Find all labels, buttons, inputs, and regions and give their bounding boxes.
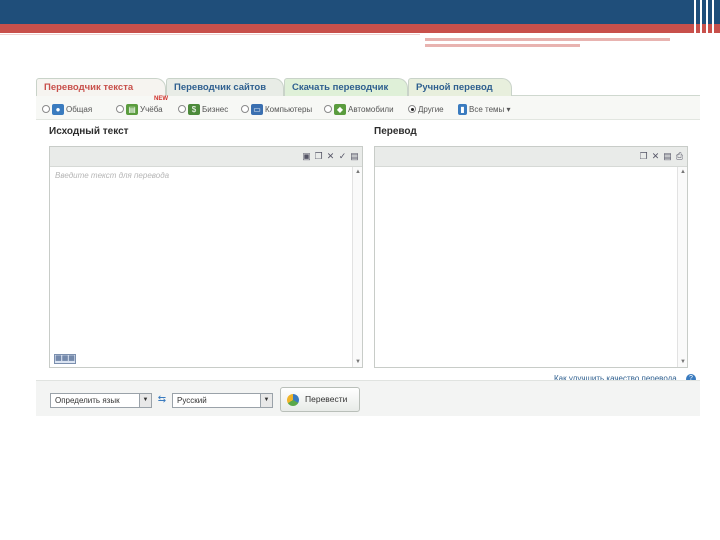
dictionary-icon[interactable]: ▤ xyxy=(662,151,673,162)
topic-all-topics-dropdown[interactable]: ▮ Все темы ▾ xyxy=(458,102,511,116)
target-scrollbar[interactable]: ▲ ▼ xyxy=(677,167,687,367)
scroll-down-icon[interactable]: ▼ xyxy=(679,359,687,365)
slide-accent-bar xyxy=(0,24,720,33)
dictionary-icon[interactable]: ▤ xyxy=(349,151,360,162)
clear-icon[interactable]: ✕ xyxy=(325,151,336,162)
money-icon: $ xyxy=(188,103,200,115)
radio-button[interactable] xyxy=(42,105,50,113)
source-language-select[interactable]: Определить язык ▼ xyxy=(50,393,152,408)
topic-cars[interactable]: ◆ Автомобили xyxy=(324,102,394,116)
computer-icon: ▭ xyxy=(251,103,263,115)
source-pane: ▣ ❐ ✕ ✓ ▤ Введите текст для перевода ▲ ▼… xyxy=(49,146,363,368)
tab-text-translator[interactable]: Переводчик текста xyxy=(36,78,166,96)
scroll-down-icon[interactable]: ▼ xyxy=(354,359,362,365)
tab-manual-translation[interactable]: Ручной перевод xyxy=(408,78,512,96)
topic-general[interactable]: ● Общая xyxy=(42,102,92,116)
slide-accent-line-short xyxy=(425,44,580,47)
target-toolbar: ❐ ✕ ▤ ⎙ xyxy=(375,147,687,167)
slide-header-bar xyxy=(0,0,720,24)
spellcheck-icon[interactable]: ✓ xyxy=(337,151,348,162)
topic-selector: NEW ● Общая ▤ Учёба $ Бизнес ▭ Компьютер… xyxy=(36,96,700,120)
tab-download-translator[interactable]: Скачать переводчик xyxy=(284,78,408,96)
target-language-select[interactable]: Русский ▼ xyxy=(172,393,273,408)
main-tabs: Переводчик текста Переводчик сайтов Скач… xyxy=(36,74,700,96)
swap-languages-icon[interactable]: ⇆ xyxy=(155,394,169,406)
slide-stripes xyxy=(692,0,720,48)
translate-logo-icon xyxy=(287,394,299,406)
radio-button-selected[interactable] xyxy=(408,105,416,113)
language-bar: Определить язык ▼ ⇆ Русский ▼ Перевести xyxy=(36,380,700,416)
topic-computers[interactable]: ▭ Компьютеры xyxy=(241,102,312,116)
copy-icon[interactable]: ❐ xyxy=(313,151,324,162)
book-icon: ▤ xyxy=(126,103,138,115)
radio-button[interactable] xyxy=(324,105,332,113)
chevron-down-icon[interactable]: ▼ xyxy=(139,394,151,407)
source-toolbar: ▣ ❐ ✕ ✓ ▤ xyxy=(50,147,362,167)
slide-divider xyxy=(0,34,420,35)
topic-business[interactable]: $ Бизнес xyxy=(178,102,228,116)
print-icon[interactable]: ⎙ xyxy=(674,151,685,162)
radio-button[interactable] xyxy=(178,105,186,113)
globe-icon: ● xyxy=(52,103,64,115)
clear-icon[interactable]: ✕ xyxy=(650,151,661,162)
topic-study[interactable]: ▤ Учёба xyxy=(116,102,163,116)
chevron-down-icon[interactable]: ▼ xyxy=(260,394,272,407)
target-pane: ❐ ✕ ▤ ⎙ ▲ ▼ xyxy=(374,146,688,368)
scroll-up-icon[interactable]: ▲ xyxy=(679,169,687,175)
target-title: Перевод xyxy=(374,126,417,137)
radio-button[interactable] xyxy=(116,105,124,113)
translator-app: Переводчик текста Переводчик сайтов Скач… xyxy=(36,74,700,416)
source-scrollbar[interactable]: ▲ ▼ xyxy=(352,167,362,367)
topic-other[interactable]: Другие xyxy=(408,102,444,116)
source-input[interactable]: Введите текст для перевода xyxy=(55,171,169,180)
car-icon: ◆ xyxy=(334,103,346,115)
slide-accent-line xyxy=(425,38,670,41)
translate-button[interactable]: Перевести xyxy=(280,387,360,412)
radio-button[interactable] xyxy=(241,105,249,113)
scroll-up-icon[interactable]: ▲ xyxy=(354,169,362,175)
paste-icon[interactable]: ▣ xyxy=(301,151,312,162)
tab-site-translator[interactable]: Переводчик сайтов xyxy=(166,78,284,96)
source-title: Исходный текст xyxy=(49,126,129,137)
keyboard-icon[interactable]: ▦▦▦ xyxy=(54,354,76,364)
bars-icon: ▮ xyxy=(458,103,467,115)
copy-icon[interactable]: ❐ xyxy=(638,151,649,162)
